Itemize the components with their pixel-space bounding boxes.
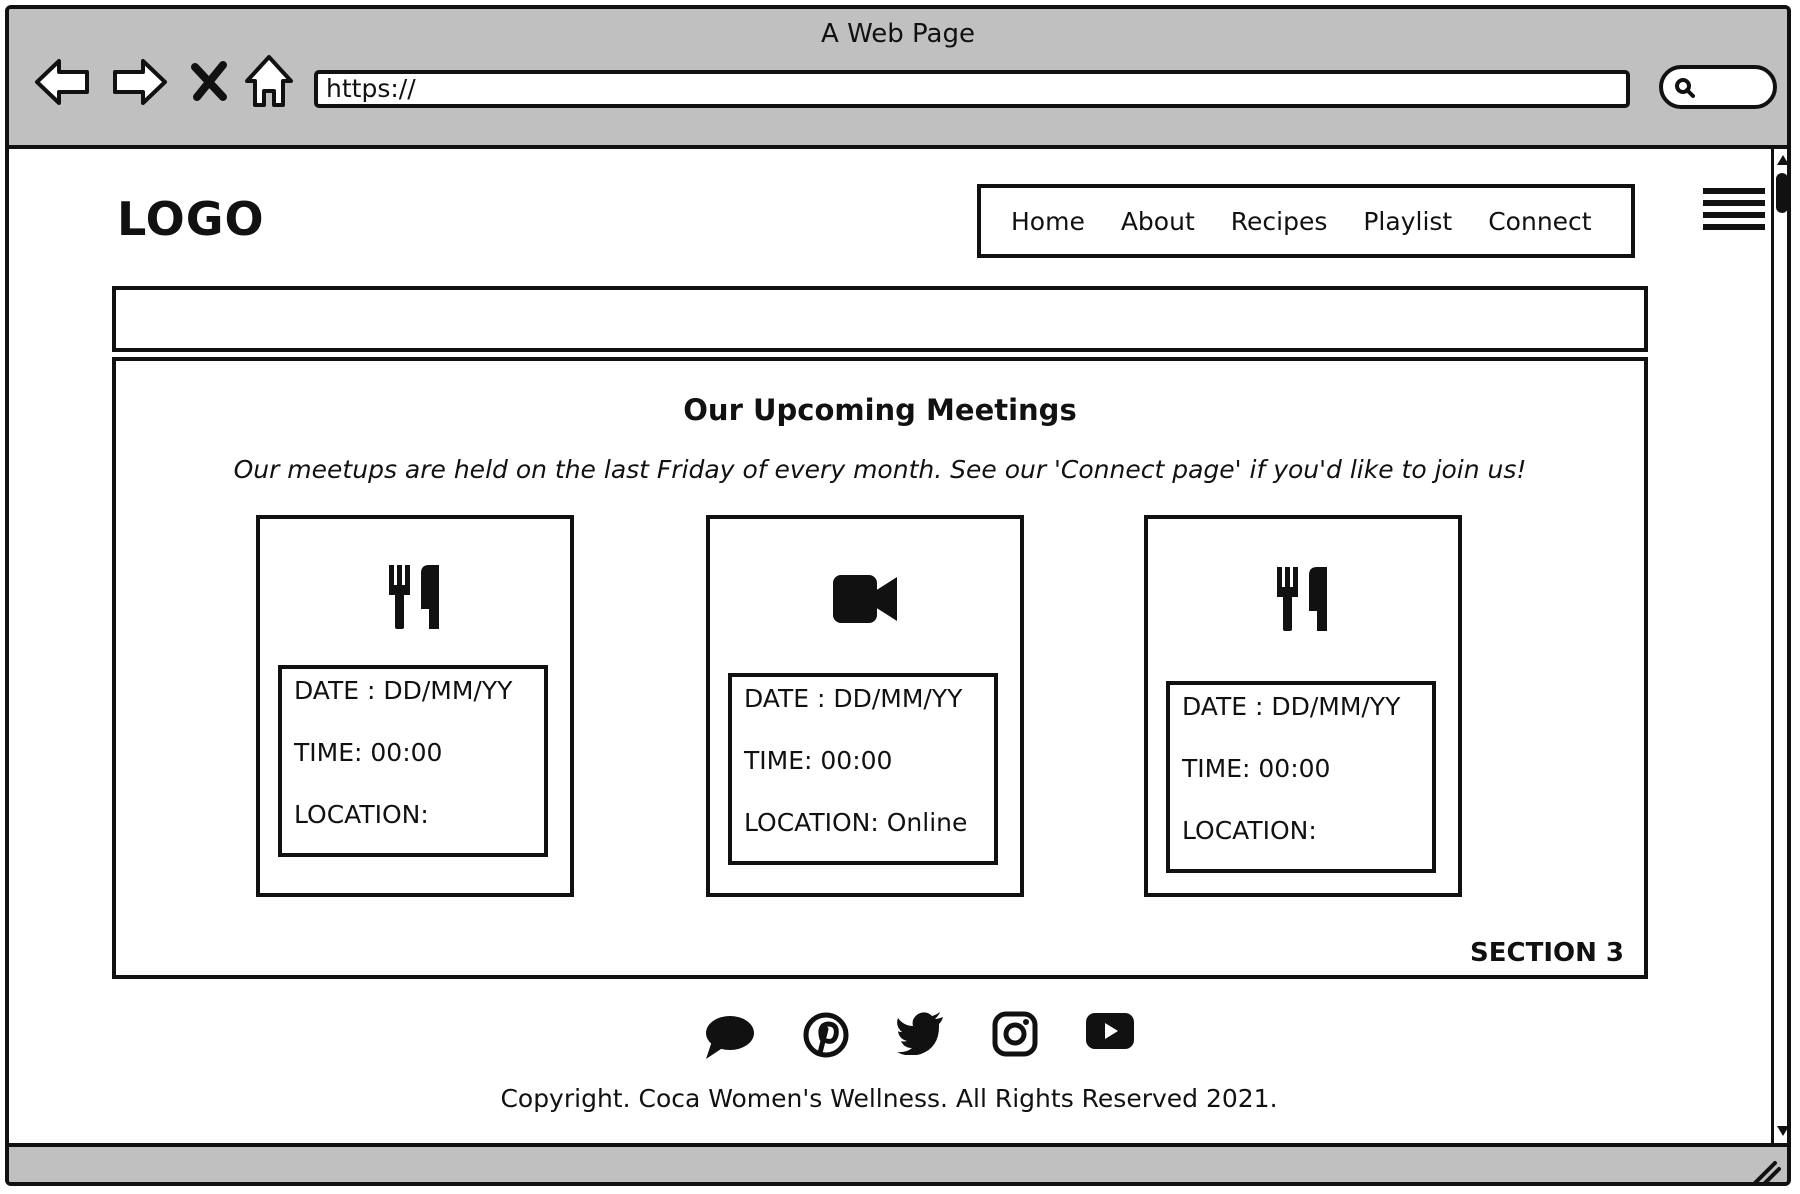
meeting-card: DATE : DD/MM/YY TIME: 00:00 LOCATION: (1144, 515, 1462, 897)
window-title: A Web Page (821, 19, 975, 49)
instagram-icon[interactable] (992, 1011, 1038, 1057)
close-icon (191, 61, 227, 101)
main-nav: Home About Recipes Playlist Connect (977, 184, 1635, 258)
home-icon (245, 55, 293, 107)
meeting-time: TIME: 00:00 (1182, 754, 1331, 783)
meeting-location: LOCATION: (1182, 816, 1317, 845)
nav-link-playlist[interactable]: Playlist (1363, 207, 1452, 236)
page-viewport: LOGO Home About Recipes Playlist Connect… (9, 149, 1769, 1144)
twitter-icon[interactable] (896, 1011, 946, 1055)
pinterest-icon[interactable] (802, 1011, 850, 1059)
meeting-card: DATE : DD/MM/YY TIME: 00:00 LOCATION: (256, 515, 574, 897)
nav-link-connect[interactable]: Connect (1488, 207, 1591, 236)
vertical-scrollbar[interactable] (1771, 149, 1791, 1144)
meeting-location: LOCATION: Online (744, 808, 968, 837)
back-button[interactable] (33, 51, 95, 113)
meetings-section: Our Upcoming Meetings Our meetups are he… (112, 357, 1648, 979)
forward-button[interactable] (107, 51, 169, 113)
nav-link-home[interactable]: Home (1011, 207, 1085, 236)
meeting-card: DATE : DD/MM/YY TIME: 00:00 LOCATION: On… (706, 515, 1024, 897)
menu-button[interactable] (1701, 186, 1767, 238)
copyright-text: Copyright. Coca Women's Wellness. All Ri… (500, 1084, 1278, 1113)
section-subtitle: Our meetups are held on the last Friday … (233, 455, 1527, 484)
status-bar (9, 1143, 1787, 1186)
browser-search-field[interactable] (1659, 65, 1777, 109)
home-button[interactable] (241, 51, 303, 113)
meeting-date: DATE : DD/MM/YY (1182, 692, 1401, 721)
section-title: Our Upcoming Meetings (683, 393, 1077, 427)
meeting-date: DATE : DD/MM/YY (744, 684, 963, 713)
forward-arrow-icon (113, 59, 167, 105)
back-arrow-icon (35, 59, 89, 105)
meeting-time: TIME: 00:00 (294, 738, 443, 767)
social-links (9, 1011, 1769, 1071)
nav-link-recipes[interactable]: Recipes (1231, 207, 1328, 236)
meeting-details: DATE : DD/MM/YY TIME: 00:00 LOCATION: On… (728, 673, 998, 865)
site-logo[interactable]: LOGO (117, 192, 265, 246)
search-icon (1675, 78, 1695, 98)
meeting-details: DATE : DD/MM/YY TIME: 00:00 LOCATION: (278, 665, 548, 857)
url-input[interactable]: https:// (314, 70, 1630, 108)
meeting-time: TIME: 00:00 (744, 746, 893, 775)
youtube-icon[interactable] (1084, 1011, 1136, 1051)
meeting-details: DATE : DD/MM/YY TIME: 00:00 LOCATION: (1166, 681, 1436, 873)
fork-knife-icon (1277, 567, 1327, 631)
chat-icon[interactable] (702, 1011, 756, 1063)
stop-button[interactable] (185, 51, 247, 113)
browser-toolbar: A Web Page https:// (9, 9, 1787, 149)
hero-banner (112, 286, 1648, 352)
section-label: SECTION 3 (1470, 938, 1624, 968)
meeting-date: DATE : DD/MM/YY (294, 676, 513, 705)
hamburger-menu-icon (1703, 188, 1765, 230)
scroll-up-icon[interactable] (1775, 153, 1791, 167)
video-camera-icon (833, 575, 897, 623)
browser-window: A Web Page https:// LOGO Home About Reci… (5, 5, 1791, 1186)
nav-link-about[interactable]: About (1121, 207, 1195, 236)
resize-grip-icon[interactable] (1749, 1159, 1781, 1186)
meeting-location: LOCATION: (294, 800, 429, 829)
scrollbar-thumb[interactable] (1776, 173, 1787, 213)
scroll-down-icon[interactable] (1775, 1124, 1791, 1138)
fork-knife-icon (389, 565, 439, 629)
